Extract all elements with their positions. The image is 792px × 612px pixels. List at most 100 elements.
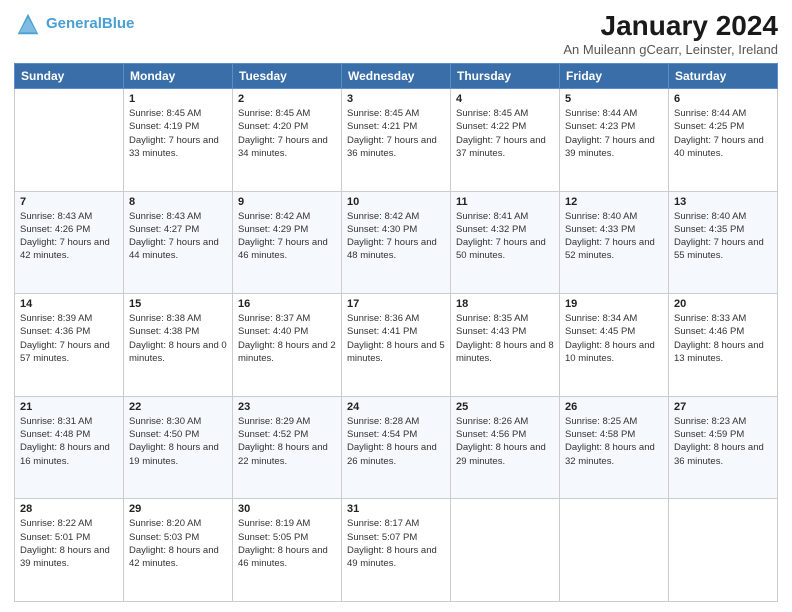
day-number: 16 bbox=[238, 298, 336, 310]
day-info: Sunrise: 8:44 AMSunset: 4:23 PMDaylight:… bbox=[565, 107, 663, 160]
day-number: 21 bbox=[20, 401, 118, 413]
day-cell: 11 Sunrise: 8:41 AMSunset: 4:32 PMDayligh… bbox=[451, 191, 560, 294]
day-info: Sunrise: 8:45 AMSunset: 4:21 PMDaylight:… bbox=[347, 107, 445, 160]
day-info: Sunrise: 8:36 AMSunset: 4:41 PMDaylight:… bbox=[347, 312, 445, 365]
day-number: 14 bbox=[20, 298, 118, 310]
day-number: 13 bbox=[674, 196, 772, 208]
day-cell: 16Sunrise: 8:37 AMSunset: 4:40 PMDayligh… bbox=[233, 294, 342, 397]
day-cell: 24Sunrise: 8:28 AMSunset: 4:54 PMDayligh… bbox=[342, 396, 451, 499]
day-info: Sunrise: 8:25 AMSunset: 4:58 PMDaylight:… bbox=[565, 415, 663, 468]
day-cell: 28 Sunrise: 8:22 AMSunset: 5:01 PMDayligh… bbox=[15, 499, 124, 602]
day-number: 18 bbox=[456, 298, 554, 310]
day-cell: 22 Sunrise: 8:30 AMSunset: 4:50 PMDayligh… bbox=[124, 396, 233, 499]
day-cell: 20 Sunrise: 8:33 AMSunset: 4:46 PMDayligh… bbox=[669, 294, 778, 397]
day-cell: 26 Sunrise: 8:25 AMSunset: 4:58 PMDayligh… bbox=[560, 396, 669, 499]
day-number: 22 bbox=[129, 401, 227, 413]
day-cell: 15 Sunrise: 8:38 AMSunset: 4:38 PMDayligh… bbox=[124, 294, 233, 397]
day-number: 2 bbox=[238, 93, 336, 105]
day-number: 26 bbox=[565, 401, 663, 413]
day-info: Sunrise: 8:44 AMSunset: 4:25 PMDaylight:… bbox=[674, 107, 772, 160]
day-info: Sunrise: 8:41 AMSunset: 4:32 PMDaylight:… bbox=[456, 210, 554, 263]
day-number: 1 bbox=[129, 93, 227, 105]
day-info: Sunrise: 8:20 AMSunset: 5:03 PMDaylight:… bbox=[129, 517, 227, 570]
col-header-saturday: Saturday bbox=[669, 64, 778, 89]
day-number: 15 bbox=[129, 298, 227, 310]
day-cell: 12 Sunrise: 8:40 AMSunset: 4:33 PMDayligh… bbox=[560, 191, 669, 294]
day-info: Sunrise: 8:40 AMSunset: 4:35 PMDaylight:… bbox=[674, 210, 772, 263]
day-info: Sunrise: 8:35 AMSunset: 4:43 PMDaylight:… bbox=[456, 312, 554, 365]
day-cell: 7Sunrise: 8:43 AMSunset: 4:26 PMDaylight… bbox=[15, 191, 124, 294]
week-row-3: 14Sunrise: 8:39 AMSunset: 4:36 PMDayligh… bbox=[15, 294, 778, 397]
day-number: 7 bbox=[20, 196, 118, 208]
day-number: 11 bbox=[456, 196, 554, 208]
day-number: 27 bbox=[674, 401, 772, 413]
col-header-wednesday: Wednesday bbox=[342, 64, 451, 89]
day-cell: 17Sunrise: 8:36 AMSunset: 4:41 PMDayligh… bbox=[342, 294, 451, 397]
day-info: Sunrise: 8:42 AMSunset: 4:30 PMDaylight:… bbox=[347, 210, 445, 263]
day-cell: 1 Sunrise: 8:45 AMSunset: 4:19 PMDaylight… bbox=[124, 89, 233, 192]
day-cell bbox=[15, 89, 124, 192]
day-cell: 18 Sunrise: 8:35 AMSunset: 4:43 PMDayligh… bbox=[451, 294, 560, 397]
day-cell: 29Sunrise: 8:20 AMSunset: 5:03 PMDayligh… bbox=[124, 499, 233, 602]
col-header-thursday: Thursday bbox=[451, 64, 560, 89]
week-row-1: 1 Sunrise: 8:45 AMSunset: 4:19 PMDaylight… bbox=[15, 89, 778, 192]
day-number: 3 bbox=[347, 93, 445, 105]
day-number: 25 bbox=[456, 401, 554, 413]
day-info: Sunrise: 8:40 AMSunset: 4:33 PMDaylight:… bbox=[565, 210, 663, 263]
day-cell: 25Sunrise: 8:26 AMSunset: 4:56 PMDayligh… bbox=[451, 396, 560, 499]
day-info: Sunrise: 8:29 AMSunset: 4:52 PMDaylight:… bbox=[238, 415, 336, 468]
day-cell: 10 Sunrise: 8:42 AMSunset: 4:30 PMDayligh… bbox=[342, 191, 451, 294]
day-number: 6 bbox=[674, 93, 772, 105]
day-info: Sunrise: 8:33 AMSunset: 4:46 PMDaylight:… bbox=[674, 312, 772, 365]
day-info: Sunrise: 8:23 AMSunset: 4:59 PMDaylight:… bbox=[674, 415, 772, 468]
calendar-header-row: SundayMondayTuesdayWednesdayThursdayFrid… bbox=[15, 64, 778, 89]
page: GeneralBlue January 2024 An Muileann gCe… bbox=[0, 0, 792, 612]
day-info: Sunrise: 8:17 AMSunset: 5:07 PMDaylight:… bbox=[347, 517, 445, 570]
day-cell: 3 Sunrise: 8:45 AMSunset: 4:21 PMDaylight… bbox=[342, 89, 451, 192]
day-info: Sunrise: 8:31 AMSunset: 4:48 PMDaylight:… bbox=[20, 415, 118, 468]
week-row-5: 28 Sunrise: 8:22 AMSunset: 5:01 PMDayligh… bbox=[15, 499, 778, 602]
day-number: 20 bbox=[674, 298, 772, 310]
day-cell bbox=[451, 499, 560, 602]
day-number: 31 bbox=[347, 503, 445, 515]
week-row-2: 7Sunrise: 8:43 AMSunset: 4:26 PMDaylight… bbox=[15, 191, 778, 294]
subtitle: An Muileann gCearr, Leinster, Ireland bbox=[563, 42, 778, 57]
day-number: 24 bbox=[347, 401, 445, 413]
logo: GeneralBlue bbox=[14, 10, 134, 38]
day-cell: 23Sunrise: 8:29 AMSunset: 4:52 PMDayligh… bbox=[233, 396, 342, 499]
day-cell: 5 Sunrise: 8:44 AMSunset: 4:23 PMDaylight… bbox=[560, 89, 669, 192]
day-cell: 4Sunrise: 8:45 AMSunset: 4:22 PMDaylight… bbox=[451, 89, 560, 192]
logo-icon bbox=[14, 10, 42, 38]
day-cell: 6 Sunrise: 8:44 AMSunset: 4:25 PMDaylight… bbox=[669, 89, 778, 192]
logo-text: GeneralBlue bbox=[46, 16, 134, 33]
day-cell: 8 Sunrise: 8:43 AMSunset: 4:27 PMDaylight… bbox=[124, 191, 233, 294]
week-row-4: 21 Sunrise: 8:31 AMSunset: 4:48 PMDayligh… bbox=[15, 396, 778, 499]
day-cell: 19Sunrise: 8:34 AMSunset: 4:45 PMDayligh… bbox=[560, 294, 669, 397]
day-cell: 14Sunrise: 8:39 AMSunset: 4:36 PMDayligh… bbox=[15, 294, 124, 397]
title-block: January 2024 An Muileann gCearr, Leinste… bbox=[563, 10, 778, 57]
day-number: 28 bbox=[20, 503, 118, 515]
day-number: 12 bbox=[565, 196, 663, 208]
day-number: 10 bbox=[347, 196, 445, 208]
day-cell: 27 Sunrise: 8:23 AMSunset: 4:59 PMDayligh… bbox=[669, 396, 778, 499]
calendar-table: SundayMondayTuesdayWednesdayThursdayFrid… bbox=[14, 63, 778, 602]
logo-line1: General bbox=[46, 15, 102, 32]
day-info: Sunrise: 8:43 AMSunset: 4:27 PMDaylight:… bbox=[129, 210, 227, 263]
header: GeneralBlue January 2024 An Muileann gCe… bbox=[14, 10, 778, 57]
day-info: Sunrise: 8:22 AMSunset: 5:01 PMDaylight:… bbox=[20, 517, 118, 570]
day-info: Sunrise: 8:30 AMSunset: 4:50 PMDaylight:… bbox=[129, 415, 227, 468]
day-cell: 2 Sunrise: 8:45 AMSunset: 4:20 PMDaylight… bbox=[233, 89, 342, 192]
day-number: 4 bbox=[456, 93, 554, 105]
day-cell: 9 Sunrise: 8:42 AMSunset: 4:29 PMDaylight… bbox=[233, 191, 342, 294]
day-number: 8 bbox=[129, 196, 227, 208]
day-info: Sunrise: 8:42 AMSunset: 4:29 PMDaylight:… bbox=[238, 210, 336, 263]
day-cell: 21 Sunrise: 8:31 AMSunset: 4:48 PMDayligh… bbox=[15, 396, 124, 499]
day-number: 9 bbox=[238, 196, 336, 208]
day-info: Sunrise: 8:19 AMSunset: 5:05 PMDaylight:… bbox=[238, 517, 336, 570]
day-number: 5 bbox=[565, 93, 663, 105]
day-info: Sunrise: 8:45 AMSunset: 4:19 PMDaylight:… bbox=[129, 107, 227, 160]
day-info: Sunrise: 8:38 AMSunset: 4:38 PMDaylight:… bbox=[129, 312, 227, 365]
col-header-tuesday: Tuesday bbox=[233, 64, 342, 89]
day-info: Sunrise: 8:45 AMSunset: 4:20 PMDaylight:… bbox=[238, 107, 336, 160]
col-header-monday: Monday bbox=[124, 64, 233, 89]
